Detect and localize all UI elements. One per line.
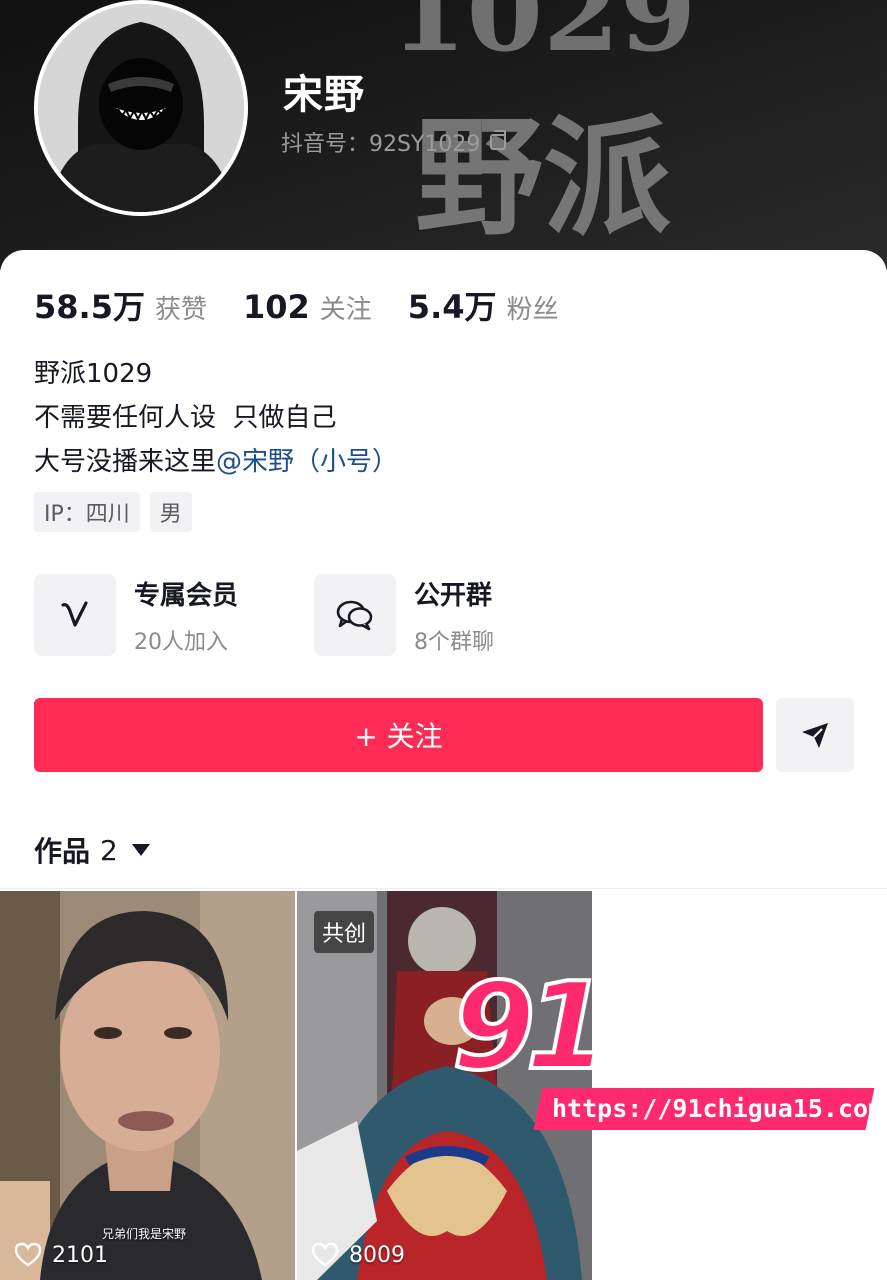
video-1-likes: 2101	[14, 1242, 108, 1268]
bio-mention-link[interactable]: @宋野（小号）	[216, 447, 398, 477]
stat-following-label: 关注	[319, 295, 372, 325]
bio-line-3: 大号没播来这里@宋野（小号）	[34, 440, 398, 484]
site-watermark: 91 吃瓜中心 https://91chigua15.com	[450, 958, 884, 1138]
profile-tags: IP：四川 男	[34, 492, 192, 532]
exclusive-membership-entry[interactable]: 专属会员 20人加入	[34, 574, 238, 656]
collab-badge: 共创	[314, 911, 375, 953]
bio-line-3-text: 大号没播来这里	[34, 447, 217, 477]
works-label: 作品	[34, 835, 91, 868]
tag-gender: 男	[149, 492, 192, 532]
stat-followers-value: 5.4万	[407, 288, 497, 326]
banner-text-1029: 1029	[390, 0, 696, 76]
stat-followers-label: 粉丝	[506, 295, 559, 325]
video-thumbnail-1[interactable]: 兄弟们我是宋野 2101	[0, 891, 295, 1280]
vip-v-icon	[34, 574, 116, 656]
video-1-image	[0, 891, 295, 1280]
profile-banner: 1029 野派 宋野 抖音号：92SY1029	[0, 0, 887, 270]
stat-likes-label: 获赞	[154, 295, 207, 325]
video-1-caption: 兄弟们我是宋野	[102, 1227, 187, 1241]
membership-title: 专属会员	[134, 580, 239, 611]
watermark-number: 91	[450, 958, 611, 1097]
works-tab[interactable]: 作品 2	[34, 830, 150, 870]
bio-line-1: 野派1029	[34, 359, 153, 389]
share-button[interactable]	[776, 698, 854, 772]
stat-following-value: 102	[242, 288, 310, 326]
group-title: 公开群	[414, 580, 493, 611]
watermark-name: 吃瓜中心	[615, 1005, 848, 1070]
heart-icon	[14, 1242, 42, 1267]
membership-subtitle: 20人加入	[134, 629, 228, 655]
bio-line-2: 不需要任何人设 只做自己	[34, 403, 337, 433]
video-2-likes: 8009	[311, 1242, 405, 1268]
video-1-likes-count: 2101	[52, 1242, 108, 1268]
stat-following[interactable]: 102 关注	[243, 288, 372, 326]
stat-likes[interactable]: 58.5万 获赞	[34, 282, 207, 328]
watermark-url-bar: https://91chigua15.com	[533, 1088, 884, 1130]
avatar[interactable]	[34, 0, 248, 216]
douyin-id[interactable]: 抖音号：92SY1029	[281, 126, 507, 158]
heart-icon	[311, 1242, 339, 1267]
tag-ip-location: IP：四川	[34, 492, 140, 532]
follow-button[interactable]: + 关注	[34, 698, 763, 772]
watermark-url: https://91chigua15.com	[552, 1094, 884, 1123]
public-group-entry[interactable]: 公开群 8个群聊	[314, 574, 494, 656]
stat-followers[interactable]: 5.4万 粉丝	[408, 282, 559, 328]
send-icon	[802, 723, 828, 748]
group-subtitle: 8个群聊	[414, 629, 494, 655]
bio: 野派1029 不需要任何人设 只做自己 大号没播来这里@宋野（小号）	[34, 352, 398, 484]
copy-icon[interactable]	[490, 130, 507, 150]
hooded-figure-avatar-image	[38, 4, 244, 212]
divider	[0, 888, 887, 889]
nickname: 宋野	[283, 72, 365, 118]
stat-likes-value: 58.5万	[34, 288, 145, 326]
dropdown-triangle-icon	[131, 844, 150, 856]
stats-row: 58.5万 获赞 102 关注 5.4万 粉丝	[34, 282, 595, 328]
douyin-id-text: 抖音号：92SY1029	[281, 132, 481, 157]
works-count: 2	[100, 833, 118, 867]
chat-bubbles-icon	[314, 574, 396, 656]
video-2-likes-count: 8009	[349, 1242, 405, 1268]
